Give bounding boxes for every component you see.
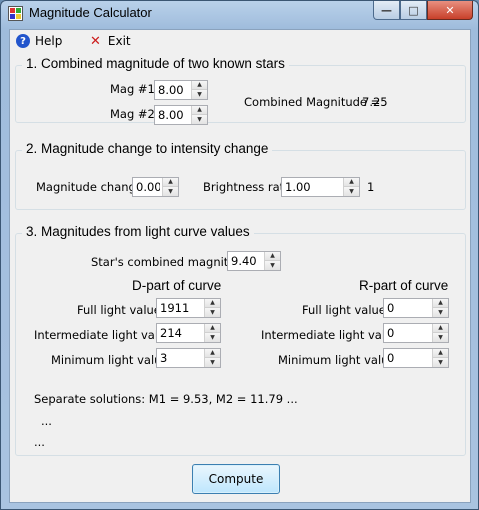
spin-down-icon[interactable]: ▼ [265, 261, 280, 270]
d-minimum-label: Minimum light value [51, 353, 169, 367]
spin-up-icon[interactable]: ▲ [433, 324, 448, 333]
menu-exit-label: Exit [107, 34, 131, 48]
spin-up-icon[interactable]: ▲ [205, 324, 220, 333]
spin-down-icon[interactable]: ▼ [205, 308, 220, 317]
d-curve-header: D-part of curve [132, 278, 222, 293]
brightness-result: 1 [367, 180, 375, 194]
d-minimum-arrows: ▲ ▼ [204, 349, 220, 367]
r-full-input[interactable] [384, 299, 433, 317]
spin-up-icon[interactable]: ▲ [344, 178, 359, 187]
close-icon: ✕ [445, 3, 455, 17]
menu-exit[interactable]: ✕ Exit [90, 33, 131, 49]
combined-mag-arrows: ▲ ▼ [264, 252, 280, 270]
spin-up-icon[interactable]: ▲ [205, 349, 220, 358]
d-full-stepper[interactable]: ▲ ▼ [156, 298, 221, 318]
app-icon [8, 6, 23, 21]
d-full-input[interactable] [157, 299, 205, 317]
maximize-button[interactable]: □ [400, 1, 427, 20]
spin-down-icon[interactable]: ▼ [192, 115, 207, 124]
spin-down-icon[interactable]: ▼ [192, 90, 207, 99]
d-minimum-stepper[interactable]: ▲ ▼ [156, 348, 221, 368]
spin-up-icon[interactable]: ▲ [205, 299, 220, 308]
d-full-label: Full light value [77, 303, 161, 317]
r-full-label: Full light value [302, 303, 386, 317]
r-minimum-input[interactable] [384, 349, 433, 367]
combined-mag-input[interactable] [228, 252, 265, 270]
d-intermediate-arrows: ▲ ▼ [204, 324, 220, 342]
magnitude-change-label: Magnitude change [36, 180, 143, 194]
spin-up-icon[interactable]: ▲ [433, 349, 448, 358]
menu-help-label: Help [35, 34, 63, 48]
solutions-line-2: ... [41, 414, 52, 428]
d-intermediate-label: Intermediate light value [34, 328, 173, 342]
menu-help[interactable]: ? Help [16, 33, 62, 49]
r-curve-header: R-part of curve [359, 278, 449, 293]
r-minimum-label: Minimum light value [278, 353, 396, 367]
spin-down-icon[interactable]: ▼ [205, 358, 220, 367]
app-window: Magnitude Calculator — □ ✕ ? Help ✕ Exit… [0, 0, 479, 510]
combined-magnitude-value: 7.25 [362, 95, 388, 109]
brightness-ratio-stepper[interactable]: ▲ ▼ [281, 177, 360, 197]
maximize-icon: □ [408, 3, 419, 17]
d-intermediate-stepper[interactable]: ▲ ▼ [156, 323, 221, 343]
minimize-icon: — [381, 3, 392, 17]
group-title-3: 3. Magnitudes from light curve values [22, 224, 254, 239]
mag2-label: Mag #2 [110, 107, 155, 121]
spin-down-icon[interactable]: ▼ [163, 187, 178, 196]
brightness-ratio-arrows: ▲ ▼ [343, 178, 359, 196]
exit-icon: ✕ [90, 33, 101, 49]
r-intermediate-label: Intermediate light value [261, 328, 400, 342]
spin-down-icon[interactable]: ▼ [433, 333, 448, 342]
mag1-stepper[interactable]: ▲ ▼ [154, 80, 208, 100]
r-intermediate-stepper[interactable]: ▲ ▼ [383, 323, 449, 343]
mag2-input[interactable] [155, 106, 192, 124]
mag2-arrows: ▲ ▼ [191, 106, 207, 124]
magnitude-change-stepper[interactable]: ▲ ▼ [132, 177, 179, 197]
brightness-ratio-input[interactable] [282, 178, 344, 196]
combined-magnitude-label: Combined Magnitude = [244, 95, 381, 109]
mag1-arrows: ▲ ▼ [191, 81, 207, 99]
close-button[interactable]: ✕ [427, 1, 473, 20]
r-full-stepper[interactable]: ▲ ▼ [383, 298, 449, 318]
d-full-arrows: ▲ ▼ [204, 299, 220, 317]
combined-mag-stepper[interactable]: ▲ ▼ [227, 251, 281, 271]
spin-down-icon[interactable]: ▼ [433, 358, 448, 367]
mag1-label: Mag #1 [110, 82, 155, 96]
spin-up-icon[interactable]: ▲ [192, 81, 207, 90]
r-intermediate-arrows: ▲ ▼ [432, 324, 448, 342]
spin-up-icon[interactable]: ▲ [265, 252, 280, 261]
spin-up-icon[interactable]: ▲ [163, 178, 178, 187]
solutions-line-3: ... [34, 435, 45, 449]
caption-buttons: — □ ✕ [373, 1, 473, 20]
r-intermediate-input[interactable] [384, 324, 433, 342]
group-combined-magnitude: 1. Combined magnitude of two known stars [15, 56, 466, 123]
mag2-stepper[interactable]: ▲ ▼ [154, 105, 208, 125]
spin-down-icon[interactable]: ▼ [433, 308, 448, 317]
d-intermediate-input[interactable] [157, 324, 205, 342]
spin-up-icon[interactable]: ▲ [192, 106, 207, 115]
r-full-arrows: ▲ ▼ [432, 299, 448, 317]
spin-down-icon[interactable]: ▼ [205, 333, 220, 342]
window-title: Magnitude Calculator [29, 5, 152, 20]
help-icon: ? [16, 34, 30, 48]
r-minimum-arrows: ▲ ▼ [432, 349, 448, 367]
client-area: ? Help ✕ Exit 1. Combined magnitude of t… [9, 29, 471, 503]
minimize-button[interactable]: — [373, 1, 400, 20]
spin-up-icon[interactable]: ▲ [433, 299, 448, 308]
d-minimum-input[interactable] [157, 349, 205, 367]
title-bar[interactable]: Magnitude Calculator — □ ✕ [1, 1, 478, 27]
mag1-input[interactable] [155, 81, 192, 99]
solutions-line: Separate solutions: M1 = 9.53, M2 = 11.7… [34, 392, 298, 406]
group-title-1: 1. Combined magnitude of two known stars [22, 56, 289, 71]
group-title-2: 2. Magnitude change to intensity change [22, 141, 273, 156]
compute-button[interactable]: Compute [192, 464, 280, 494]
r-minimum-stepper[interactable]: ▲ ▼ [383, 348, 449, 368]
magnitude-change-input[interactable] [133, 178, 163, 196]
spin-down-icon[interactable]: ▼ [344, 187, 359, 196]
menu-bar: ? Help ✕ Exit [10, 30, 470, 52]
magnitude-change-arrows: ▲ ▼ [162, 178, 178, 196]
